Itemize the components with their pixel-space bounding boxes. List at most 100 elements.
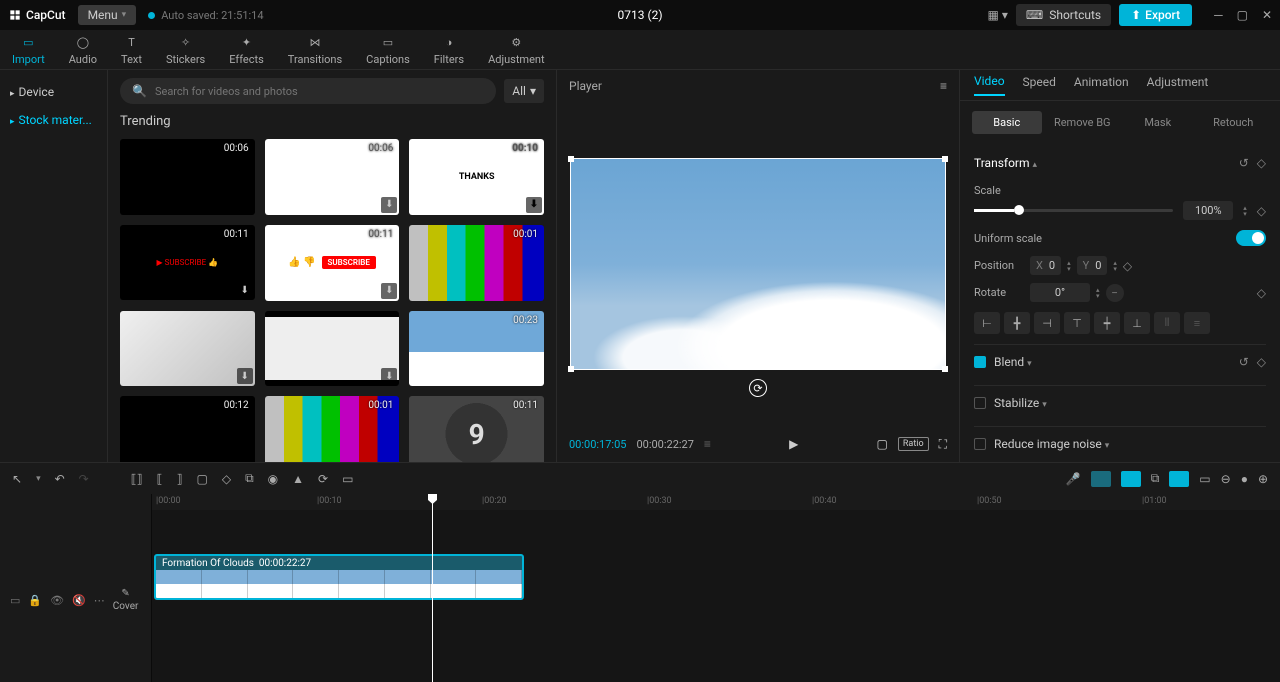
- align-hcenter-icon[interactable]: ╋: [1004, 312, 1030, 334]
- snap-icon[interactable]: [1169, 471, 1189, 487]
- subtab-removebg[interactable]: Remove BG: [1048, 111, 1118, 134]
- delete-icon[interactable]: ▢: [197, 472, 208, 486]
- media-thumb[interactable]: 00:06⬇: [265, 139, 400, 215]
- media-thumb[interactable]: 00:119: [409, 396, 544, 462]
- media-thumb[interactable]: 00:11▶ SUBSCRIBE 👍⬇: [120, 225, 255, 301]
- zoom-slider[interactable]: ●: [1241, 472, 1248, 486]
- marker-icon[interactable]: ◇: [222, 472, 231, 486]
- download-icon[interactable]: ⬇: [526, 197, 542, 213]
- blend-check[interactable]: [974, 356, 986, 368]
- tab-text[interactable]: TText: [121, 33, 142, 66]
- timeline-ruler[interactable]: |00:00 |00:10 |00:20 |00:30 |00:40 |00:5…: [152, 494, 1280, 510]
- sidebar-item-device[interactable]: Device: [0, 78, 107, 106]
- crop-icon[interactable]: ▭: [342, 472, 353, 486]
- media-thumb[interactable]: 00:01: [409, 225, 544, 301]
- inspector-tab-animation[interactable]: Animation: [1074, 75, 1129, 95]
- scale-slider[interactable]: [974, 209, 1173, 212]
- tab-import[interactable]: ▭Import: [12, 33, 45, 66]
- uniform-scale-toggle[interactable]: [1236, 230, 1266, 246]
- close-icon[interactable]: ✕: [1262, 8, 1272, 22]
- keyframe-icon[interactable]: ◇: [1257, 156, 1266, 170]
- pointer-dropdown[interactable]: ▾: [36, 474, 41, 484]
- track-more-icon[interactable]: ⋯: [94, 594, 105, 607]
- maximize-icon[interactable]: ▢: [1237, 8, 1248, 22]
- filter-button[interactable]: All▾: [504, 79, 544, 103]
- fullscreen-icon[interactable]: ⛶: [939, 437, 947, 452]
- keyframe-icon[interactable]: ◇: [1257, 204, 1266, 218]
- keyframe-icon[interactable]: ◇: [1123, 259, 1132, 273]
- transform-header[interactable]: Transform ▴: [974, 156, 1037, 170]
- minimize-icon[interactable]: ─: [1214, 8, 1223, 22]
- reset-icon[interactable]: ↺: [1239, 355, 1249, 369]
- download-icon[interactable]: ⬇: [237, 282, 253, 298]
- subtab-basic[interactable]: Basic: [972, 111, 1042, 134]
- magnet-left-icon[interactable]: [1091, 471, 1111, 487]
- reset-icon[interactable]: ↺: [1239, 156, 1249, 170]
- rotate-input[interactable]: 0°: [1030, 283, 1090, 302]
- download-icon[interactable]: ⬇: [381, 197, 397, 213]
- rotate-handle-icon[interactable]: ⟳: [749, 379, 767, 397]
- position-y-input[interactable]: Y0: [1077, 256, 1108, 275]
- media-thumb[interactable]: 00:12: [120, 396, 255, 462]
- subtab-mask[interactable]: Mask: [1123, 111, 1193, 134]
- keyframe-icon[interactable]: ◇: [1257, 355, 1266, 369]
- stabilize-header[interactable]: Stabilize ▾: [994, 396, 1047, 410]
- media-thumb[interactable]: ⬇: [120, 311, 255, 387]
- stabilize-check[interactable]: [974, 397, 986, 409]
- rotate-icon[interactable]: ⟳: [318, 472, 328, 486]
- trim-left-icon[interactable]: ⟦: [157, 472, 163, 486]
- media-thumb[interactable]: 00:23: [409, 311, 544, 387]
- speed-icon[interactable]: ◉: [268, 472, 278, 486]
- download-icon[interactable]: ⬇: [237, 368, 253, 384]
- align-vcenter-icon[interactable]: ┿: [1094, 312, 1120, 334]
- align-left-icon[interactable]: ⊢: [974, 312, 1000, 334]
- track-mute-icon[interactable]: 🔇: [72, 594, 86, 607]
- x-stepper[interactable]: ▴▾: [1067, 260, 1071, 272]
- playhead[interactable]: [432, 494, 433, 682]
- redo-icon[interactable]: ↷: [79, 472, 89, 486]
- timeline-tracks[interactable]: |00:00 |00:10 |00:20 |00:30 |00:40 |00:5…: [152, 494, 1280, 682]
- align-right-icon[interactable]: ⊣: [1034, 312, 1060, 334]
- media-thumb[interactable]: 00:06: [120, 139, 255, 215]
- blend-header[interactable]: Blend ▾: [994, 355, 1032, 369]
- mirror-icon[interactable]: ▲: [292, 472, 304, 486]
- timeline-clip[interactable]: Formation Of Clouds 00:00:22:27: [154, 554, 524, 600]
- media-thumb[interactable]: 00:10THANKS⬇: [409, 139, 544, 215]
- link-icon[interactable]: ⧉: [1151, 471, 1160, 486]
- pointer-icon[interactable]: ↖: [12, 472, 22, 486]
- tab-adjustment[interactable]: ⚙Adjustment: [488, 33, 545, 66]
- zoom-out-icon[interactable]: ⊖: [1221, 472, 1231, 486]
- export-button[interactable]: ⬆Export: [1119, 4, 1192, 26]
- noise-check[interactable]: [974, 438, 986, 450]
- preview-frame[interactable]: ⟳: [570, 158, 946, 370]
- scale-stepper[interactable]: ▴▾: [1243, 205, 1247, 217]
- track-eye-icon[interactable]: 👁: [50, 594, 64, 607]
- track-lock-icon[interactable]: 🔒: [28, 594, 42, 607]
- inspector-tab-speed[interactable]: Speed: [1023, 75, 1056, 95]
- distribute-h-icon[interactable]: ⦀: [1154, 312, 1180, 334]
- tab-filters[interactable]: ◑Filters: [434, 33, 464, 66]
- split-icon[interactable]: ⟦⟧: [131, 472, 143, 486]
- download-icon[interactable]: ⬇: [381, 283, 397, 299]
- y-stepper[interactable]: ▴▾: [1113, 260, 1117, 272]
- tab-transitions[interactable]: ⋈Transitions: [288, 33, 342, 66]
- align-top-icon[interactable]: ⊤: [1064, 312, 1090, 334]
- align-bottom-icon[interactable]: ⊥: [1124, 312, 1150, 334]
- play-button[interactable]: ▶: [789, 437, 798, 451]
- lines-icon[interactable]: ≡: [704, 437, 711, 451]
- track-toggle-icon[interactable]: ▭: [10, 594, 20, 607]
- inspector-tab-adjustment[interactable]: Adjustment: [1147, 75, 1209, 95]
- zoom-in-icon[interactable]: ⊕: [1258, 472, 1268, 486]
- player-canvas[interactable]: ⟳: [557, 102, 959, 426]
- undo-icon[interactable]: ↶: [55, 472, 65, 486]
- shortcuts-button[interactable]: ⌨Shortcuts: [1016, 4, 1111, 26]
- rotate-stepper[interactable]: ▴▾: [1096, 287, 1100, 299]
- subtab-retouch[interactable]: Retouch: [1199, 111, 1269, 134]
- mic-icon[interactable]: 🎤: [1066, 472, 1081, 486]
- keyframe-icon[interactable]: ◇: [1257, 286, 1266, 300]
- tab-stickers[interactable]: ✧Stickers: [166, 33, 205, 66]
- ratio-button[interactable]: Ratio: [898, 437, 929, 451]
- noise-header[interactable]: Reduce image noise ▾: [994, 437, 1109, 451]
- sidebar-item-stock[interactable]: Stock mater...: [0, 106, 107, 134]
- scale-value[interactable]: 100%: [1183, 201, 1233, 220]
